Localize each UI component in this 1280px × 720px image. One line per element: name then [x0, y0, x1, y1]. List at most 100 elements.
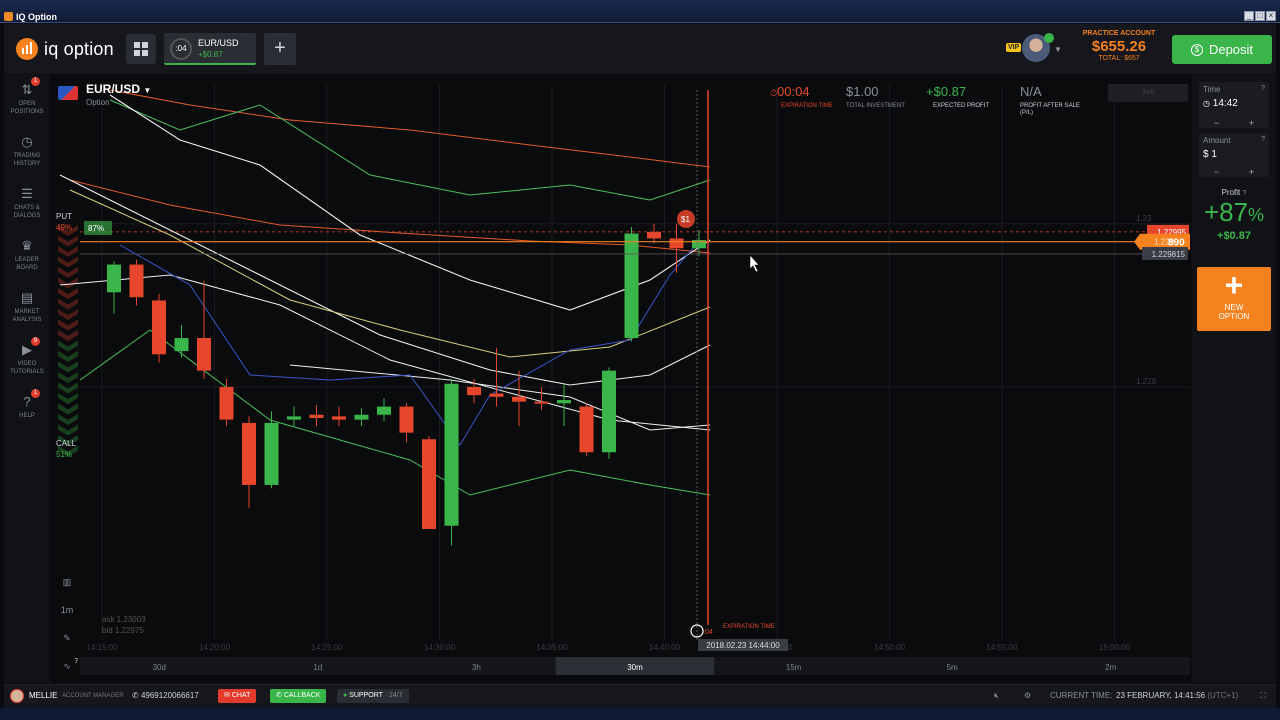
help-icon: ?: [1261, 85, 1265, 92]
sidebar-item-open-positions[interactable]: ⇅ 1 OPEN POSITIONS: [4, 77, 50, 116]
period-15m[interactable]: 15m: [786, 663, 802, 672]
window-titlebar: IQ Option _ □ ×: [0, 0, 1280, 23]
profit-pct: +87%: [1203, 197, 1265, 227]
call-label: CALL: [56, 439, 77, 448]
account-balance[interactable]: PRACTICE ACCOUNT $655.26 TOTAL: $657: [1074, 30, 1164, 62]
amount-minus-button[interactable]: −: [1214, 167, 1219, 177]
expected-label: EXPECTED PROFIT: [933, 103, 990, 109]
ask-price: ask 1.23003: [102, 615, 146, 624]
chat-icon: ✉: [224, 692, 230, 699]
trophy-icon: ♛: [21, 238, 33, 253]
sidebar-item-trading-history[interactable]: ◷ TRADING HISTORY: [4, 135, 50, 168]
chevron-down-icon: ▼: [1054, 45, 1062, 54]
candle-body: [557, 400, 571, 404]
sentiment-chevron: [58, 330, 78, 341]
logo[interactable]: iq option: [16, 38, 114, 60]
sidebar-item-chats-dialogs[interactable]: ☰ CHATS & DIALOGS: [4, 187, 50, 220]
deposit-button[interactable]: $ Deposit: [1172, 35, 1272, 64]
callback-button[interactable]: ✆ CALLBACK: [270, 689, 327, 703]
sidebar-item-leader-board[interactable]: ♛ LEADER BOARD: [4, 239, 50, 272]
indicator-line: [109, 94, 711, 311]
notification-badge: 1: [31, 77, 40, 86]
sidebar-item-help[interactable]: ? 1 HELP: [4, 389, 50, 420]
period-30m[interactable]: 30m: [627, 663, 643, 672]
position-amount: $1: [681, 215, 690, 224]
mute-icon[interactable]: 🔇︎: [994, 691, 999, 701]
maximize-icon[interactable]: □: [1255, 11, 1265, 21]
add-tab-button[interactable]: +: [264, 33, 296, 65]
vip-badge: VIP: [1006, 43, 1022, 52]
pencil-icon: ✎: [63, 633, 71, 643]
candle-body: [669, 238, 684, 249]
grid-icon: [134, 42, 148, 56]
close-icon[interactable]: ×: [1266, 11, 1276, 21]
sentiment-chevron: [58, 267, 78, 278]
logo-text: iq option: [44, 38, 114, 59]
price-chart[interactable]: 14:15:00 14:20:00 14:25:00 14:30:00 14:35:00…: [50, 75, 1190, 683]
period-3h[interactable]: 3h: [472, 663, 481, 672]
chart-type-button[interactable]: ▥: [56, 572, 78, 592]
current-time-value: 23 FEBRUARY, 14:41:56 (UTC+1): [1116, 691, 1239, 700]
time-plus-button[interactable]: +: [1249, 118, 1254, 128]
candle-body: [512, 396, 526, 402]
sentiment-chevron: [58, 319, 78, 331]
bottom-bar: MELLIE ACCOUNT MANAGER ✆ 4969120066617 ✉…: [4, 684, 1276, 708]
app-header: iq option :04 EUR/USD +$0.87 + VIP ▼ PRA…: [4, 24, 1276, 74]
time-label: Time: [1203, 85, 1221, 94]
sidebar-item-label: CHATS & DIALOGS: [13, 205, 41, 219]
time-minus-button[interactable]: −: [1214, 118, 1219, 128]
period-30d[interactable]: 30d: [153, 663, 166, 672]
balance-value: $655.26: [1091, 38, 1147, 55]
minimize-icon[interactable]: _: [1244, 11, 1254, 21]
period-5m[interactable]: 5m: [947, 663, 958, 672]
sentiment-chevron: [58, 361, 78, 373]
app-icon: [4, 12, 13, 21]
sentiment-chevron: [58, 403, 78, 415]
time-field[interactable]: Time ? ◷ 14:42 − +: [1199, 82, 1269, 128]
sentiment-chevron: [58, 256, 78, 268]
expected-value: +$0.87: [926, 84, 967, 99]
sidebar-item-video-tutorials[interactable]: ▶ 9 VIDEO TUTORIALS: [4, 337, 50, 376]
user-menu[interactable]: VIP ▼: [1006, 33, 1062, 65]
period-1d[interactable]: 1d: [313, 663, 322, 672]
chat-button[interactable]: ✉ CHAT: [218, 689, 257, 703]
timer-icon: ⏱: [770, 88, 778, 98]
candle-body: [354, 414, 369, 420]
eurusd-flag-icon: [58, 86, 78, 100]
settings-gear-icon[interactable]: ⚙: [1024, 691, 1031, 700]
candle-body: [152, 300, 166, 355]
y-tick-label: 1.23: [1136, 214, 1152, 223]
indicators-icon: ∿: [63, 661, 71, 671]
chart-area[interactable]: 14:15:00 14:20:00 14:25:00 14:30:00 14:35:00…: [50, 75, 1190, 683]
amount-field[interactable]: Amount ? $ 1 − +: [1199, 133, 1269, 177]
support-button[interactable]: ● SUPPORT · 24/7: [337, 689, 409, 703]
help-icon: ?: [1242, 190, 1247, 197]
sentiment-chevron: [58, 372, 78, 383]
time-value: ◷ 14:42: [1203, 98, 1238, 109]
indicator-line: [109, 99, 711, 201]
account-type: PRACTICE ACCOUNT: [1082, 30, 1156, 37]
sentiment-chevron: [58, 235, 78, 247]
sidebar-item-market-analysis[interactable]: ▤ MARKET ANALYSIS: [4, 291, 50, 324]
draw-tool-button[interactable]: ✎: [56, 628, 78, 648]
sell-button[interactable]: Sell: [1108, 84, 1188, 102]
tab-pair: EUR/USD: [198, 38, 239, 48]
candle-body: [219, 386, 234, 420]
new-option-button[interactable]: + NEW OPTION: [1197, 267, 1271, 331]
period-2m[interactable]: 2m: [1105, 663, 1116, 672]
chat-icon: ☰: [21, 186, 33, 201]
asset-type: Option: [86, 98, 110, 107]
fullscreen-icon[interactable]: ⛶: [1260, 691, 1266, 701]
candles-icon: ▥: [62, 577, 72, 587]
asset-tab-eurusd[interactable]: :04 EUR/USD +$0.87: [164, 33, 256, 65]
indicator-line: [109, 89, 711, 168]
sentiment-chevron: [58, 309, 78, 320]
low-price-label: 1.229815: [1152, 250, 1186, 259]
asset-grid-button[interactable]: [126, 34, 156, 64]
interval-button[interactable]: 1m: [56, 600, 78, 620]
sentiment-chevron: [58, 351, 78, 362]
expiration-value: 00:04: [777, 84, 810, 99]
amount-plus-button[interactable]: +: [1249, 167, 1254, 177]
indicators-button[interactable]: ∿ 7: [56, 656, 78, 676]
phone[interactable]: ✆ 4969120066617: [132, 691, 199, 700]
